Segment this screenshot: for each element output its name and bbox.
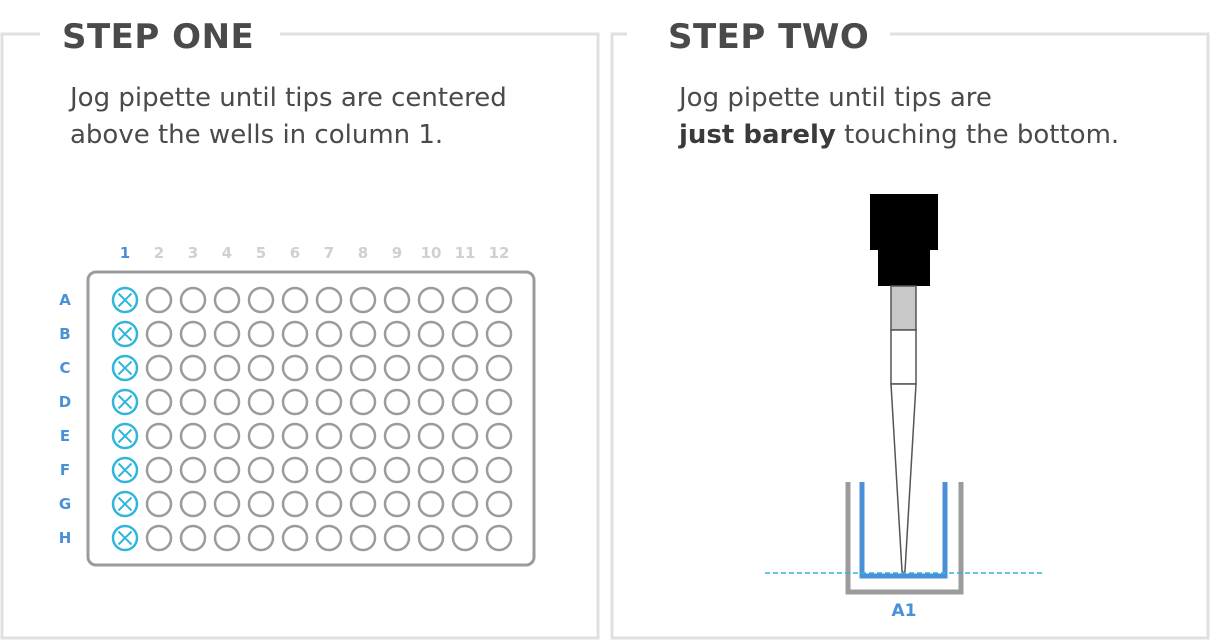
pipette-well-diagram: A1 bbox=[765, 194, 1045, 621]
pipette-neck bbox=[878, 250, 930, 286]
well-label: A1 bbox=[892, 601, 917, 621]
pipette-tip-collar bbox=[890, 285, 917, 331]
pipette-head bbox=[870, 194, 938, 250]
pipette-tip-cone bbox=[890, 383, 917, 574]
pipette-tip-upper bbox=[890, 329, 917, 385]
